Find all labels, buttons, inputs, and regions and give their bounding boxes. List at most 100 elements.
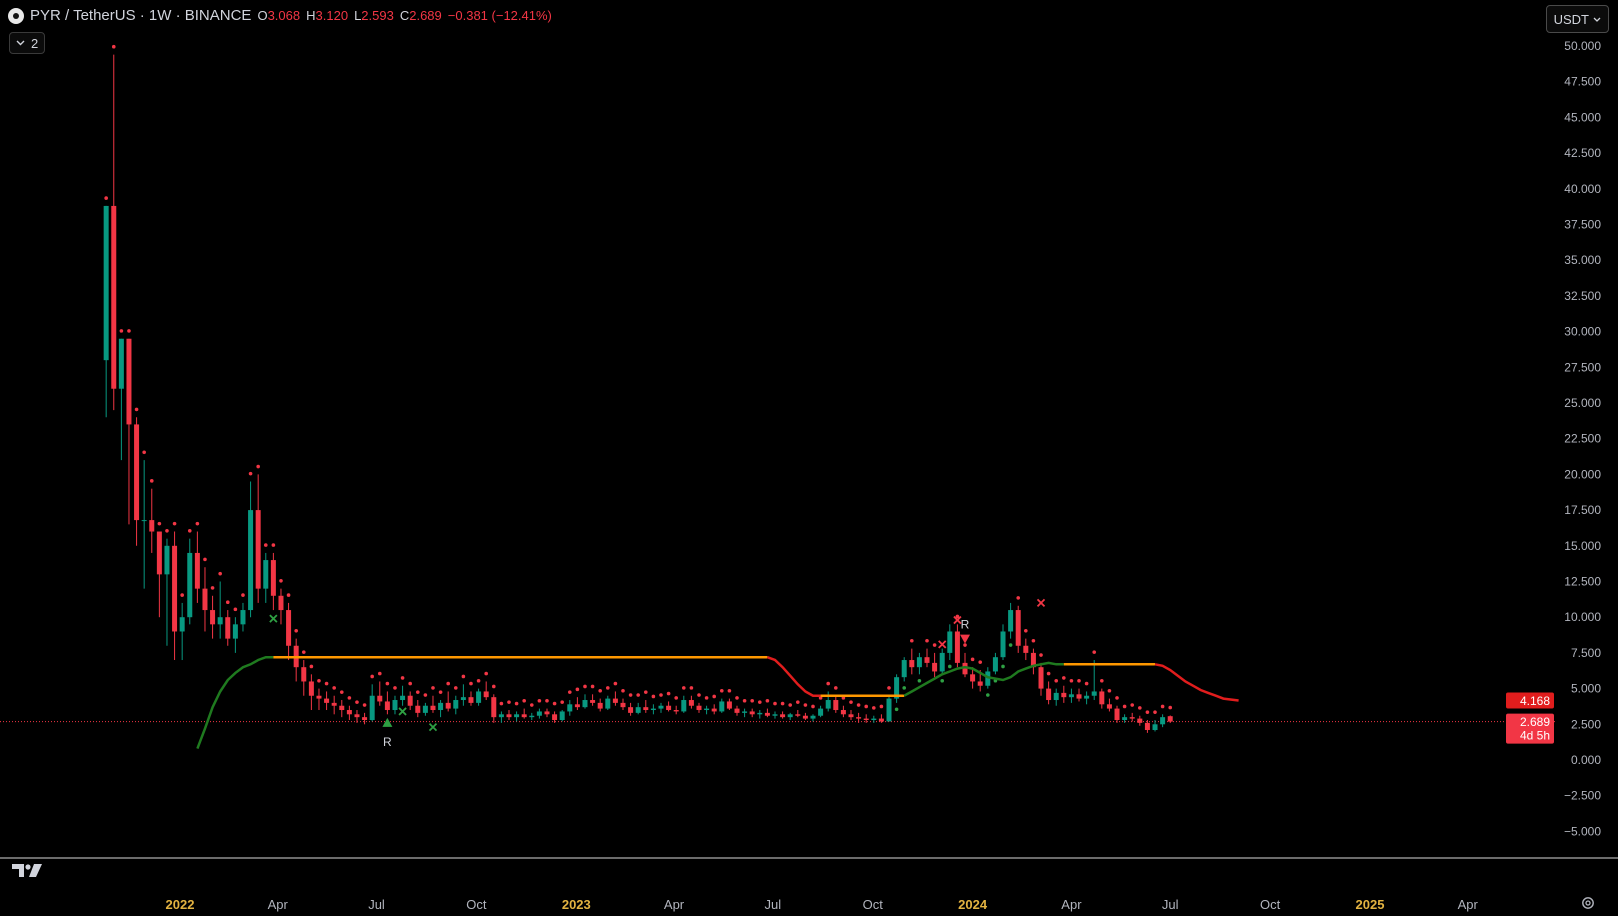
candle-body[interactable] <box>354 714 360 718</box>
candle-body[interactable] <box>696 705 702 711</box>
candle-body[interactable] <box>134 424 140 521</box>
candle-body[interactable] <box>377 695 383 702</box>
candle-body[interactable] <box>187 552 193 618</box>
candle-body[interactable] <box>650 708 656 711</box>
candle-body[interactable] <box>916 657 922 668</box>
candle-body[interactable] <box>590 700 596 703</box>
candle-body[interactable] <box>970 674 976 682</box>
candle-body[interactable] <box>886 698 892 722</box>
candle-body[interactable] <box>263 560 269 589</box>
candle-body[interactable] <box>704 708 710 711</box>
candle-body[interactable] <box>476 691 482 703</box>
candle-body[interactable] <box>749 711 755 715</box>
candle-body[interactable] <box>164 545 170 575</box>
candle-body[interactable] <box>605 698 611 709</box>
candle-body[interactable] <box>612 698 618 703</box>
price-chart[interactable]: 50.000 47.500 45.000 42.500 40.000 37.500 35.0… <box>0 0 1618 916</box>
candle-body[interactable] <box>977 681 983 686</box>
candle-body[interactable] <box>856 717 862 719</box>
candle-body[interactable] <box>339 705 345 711</box>
candle-body[interactable] <box>331 702 337 706</box>
candle-body[interactable] <box>514 714 520 718</box>
symbol-title[interactable]: PYR / TetherUS · 1W · BINANCE <box>30 7 251 24</box>
candle-body[interactable] <box>407 695 413 706</box>
candle-body[interactable] <box>498 714 504 718</box>
candle-body[interactable] <box>202 588 208 611</box>
candle-body[interactable] <box>787 714 793 718</box>
candle-body[interactable] <box>172 545 178 632</box>
candle-body[interactable] <box>909 660 915 668</box>
candle-body[interactable] <box>574 704 580 708</box>
candle-body[interactable] <box>232 624 238 639</box>
candle-body[interactable] <box>1160 717 1166 725</box>
candle-body[interactable] <box>278 595 284 611</box>
candle-body[interactable] <box>1137 718 1143 723</box>
candle-body[interactable] <box>726 701 732 709</box>
candle-body[interactable] <box>772 714 778 716</box>
candle-body[interactable] <box>848 714 854 718</box>
candle-body[interactable] <box>673 710 679 712</box>
candle-body[interactable] <box>126 338 132 425</box>
candle-body[interactable] <box>688 700 694 706</box>
candle-body[interactable] <box>536 711 542 716</box>
candle-body[interactable] <box>248 510 254 611</box>
candle-body[interactable] <box>1068 694 1074 698</box>
candle-body[interactable] <box>1023 645 1029 653</box>
candle-body[interactable] <box>1167 716 1173 722</box>
candle-body[interactable] <box>901 660 907 678</box>
candle-body[interactable] <box>1099 691 1105 705</box>
settings-icon[interactable] <box>1580 895 1596 911</box>
candle-body[interactable] <box>932 662 938 672</box>
candle-body[interactable] <box>1144 722 1150 731</box>
candle-body[interactable] <box>149 520 155 532</box>
candle-body[interactable] <box>384 701 390 711</box>
candle-body[interactable] <box>362 717 368 721</box>
candle-body[interactable] <box>415 705 421 713</box>
candle-body[interactable] <box>225 617 231 639</box>
candle-body[interactable] <box>1000 631 1006 658</box>
candle-body[interactable] <box>286 610 292 646</box>
candle-body[interactable] <box>521 714 527 718</box>
candle-body[interactable] <box>643 707 649 711</box>
candle-body[interactable] <box>992 657 998 672</box>
indicators-toggle-button[interactable]: 2 <box>9 32 46 54</box>
candle-body[interactable] <box>301 667 307 682</box>
candle-body[interactable] <box>924 657 930 663</box>
candle-body[interactable] <box>255 510 261 589</box>
candle-body[interactable] <box>795 714 801 716</box>
candle-body[interactable] <box>438 702 444 711</box>
candle-body[interactable] <box>491 697 497 718</box>
candle-body[interactable] <box>878 718 884 722</box>
candle-body[interactable] <box>954 631 960 663</box>
candle-body[interactable] <box>628 707 634 713</box>
candle-body[interactable] <box>818 708 824 716</box>
candle-body[interactable] <box>742 711 748 713</box>
candle-body[interactable] <box>1053 692 1059 701</box>
candle-body[interactable] <box>1061 692 1067 698</box>
candle-body[interactable] <box>947 631 953 653</box>
candle-body[interactable] <box>734 708 740 713</box>
candle-body[interactable] <box>217 617 223 625</box>
currency-button[interactable]: USDT <box>1545 5 1609 33</box>
candle-body[interactable] <box>780 714 786 718</box>
candle-body[interactable] <box>141 520 147 522</box>
candle-body[interactable] <box>324 698 330 703</box>
candle-body[interactable] <box>719 701 725 712</box>
candle-body[interactable] <box>635 707 641 713</box>
candle-body[interactable] <box>369 695 375 721</box>
candle-body[interactable] <box>1038 667 1044 689</box>
candle-body[interactable] <box>445 702 451 709</box>
candle-body[interactable] <box>1122 717 1128 721</box>
candle-body[interactable] <box>711 708 717 712</box>
candle-body[interactable] <box>620 702 626 708</box>
tradingview-logo-icon[interactable] <box>12 862 44 878</box>
candle-body[interactable] <box>1106 704 1112 709</box>
candle-body[interactable] <box>179 617 185 632</box>
candle-body[interactable] <box>1091 691 1097 696</box>
candle-body[interactable] <box>460 697 466 701</box>
candle-body[interactable] <box>1152 724 1158 731</box>
candle-body[interactable] <box>111 205 117 389</box>
candle-body[interactable] <box>833 700 839 711</box>
candle-body[interactable] <box>468 697 474 703</box>
candle-body[interactable] <box>1084 695 1090 699</box>
